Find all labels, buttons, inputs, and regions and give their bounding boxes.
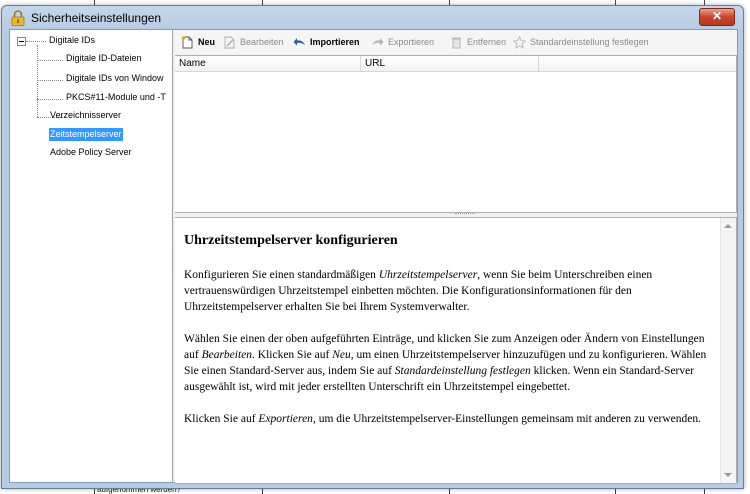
security-settings-dialog: Sicherheitseinstellungen ✕ Digitale IDs … xyxy=(1,5,744,489)
column-header-url[interactable]: URL xyxy=(361,56,539,72)
scroll-down-icon[interactable] xyxy=(724,473,732,477)
right-pane: Neu Bearbeiten Importieren Exportieren E… xyxy=(175,30,737,484)
new-button[interactable]: Neu xyxy=(181,35,215,49)
edit-icon xyxy=(224,36,235,48)
import-arrow-icon xyxy=(293,37,305,45)
server-list[interactable]: Name URL xyxy=(175,55,737,213)
column-header-name[interactable]: Name xyxy=(175,56,361,72)
export-button[interactable]: Exportieren xyxy=(371,35,434,49)
new-document-icon xyxy=(182,36,193,48)
set-default-button[interactable]: Standardeinstellung festlegen xyxy=(513,35,649,49)
tree-item-timestamp-servers[interactable]: Zeitstempelserver xyxy=(49,128,123,141)
lock-icon xyxy=(11,10,25,26)
tree-item-pkcs11-modules[interactable]: PKCS#11-Module und -T xyxy=(65,91,167,104)
import-button[interactable]: Importieren xyxy=(293,35,360,49)
close-button[interactable]: ✕ xyxy=(699,8,735,26)
tree-item-digital-id-files[interactable]: Digitale ID-Dateien xyxy=(65,52,143,65)
remove-button[interactable]: Entfernen xyxy=(450,35,506,49)
help-paragraph-3: Klicken Sie auf Exportieren, um die Uhrz… xyxy=(184,413,702,425)
help-paragraph-1: Konfigurieren Sie einen standardmäßigen … xyxy=(184,269,653,313)
settings-tree[interactable]: Digitale IDs Digitale ID-Dateien Digital… xyxy=(10,30,173,482)
toolbar: Neu Bearbeiten Importieren Exportieren E… xyxy=(175,30,737,54)
tree-item-digital-ids[interactable]: Digitale IDs xyxy=(48,34,96,47)
export-arrow-icon xyxy=(372,37,384,45)
dialog-client: Digitale IDs Digitale ID-Dateien Digital… xyxy=(9,29,738,484)
help-panel: Uhrzeitstempelserver konfigurieren Konfi… xyxy=(175,217,737,484)
column-header-filler xyxy=(539,56,736,72)
help-scrollbar[interactable] xyxy=(720,218,736,483)
edit-button[interactable]: Bearbeiten xyxy=(223,35,284,49)
tree-item-adobe-policy-server[interactable]: Adobe Policy Server xyxy=(49,146,133,159)
help-paragraph-2: Wählen Sie einen der oben aufgeführten E… xyxy=(184,333,707,393)
collapse-toggle-icon[interactable] xyxy=(17,37,26,46)
help-content: Uhrzeitstempelserver konfigurieren Konfi… xyxy=(184,232,719,443)
trash-icon xyxy=(452,37,461,48)
title-bar[interactable]: Sicherheitseinstellungen ✕ xyxy=(2,6,743,30)
scroll-up-icon[interactable] xyxy=(724,224,732,228)
tree-item-directory-servers[interactable]: Verzeichnisserver xyxy=(49,109,122,122)
help-heading: Uhrzeitstempelserver konfigurieren xyxy=(184,233,398,248)
tree-item-windows-ids[interactable]: Digitale IDs von Window xyxy=(65,72,165,85)
window-title: Sicherheitseinstellungen xyxy=(31,11,162,25)
star-icon xyxy=(513,35,526,49)
